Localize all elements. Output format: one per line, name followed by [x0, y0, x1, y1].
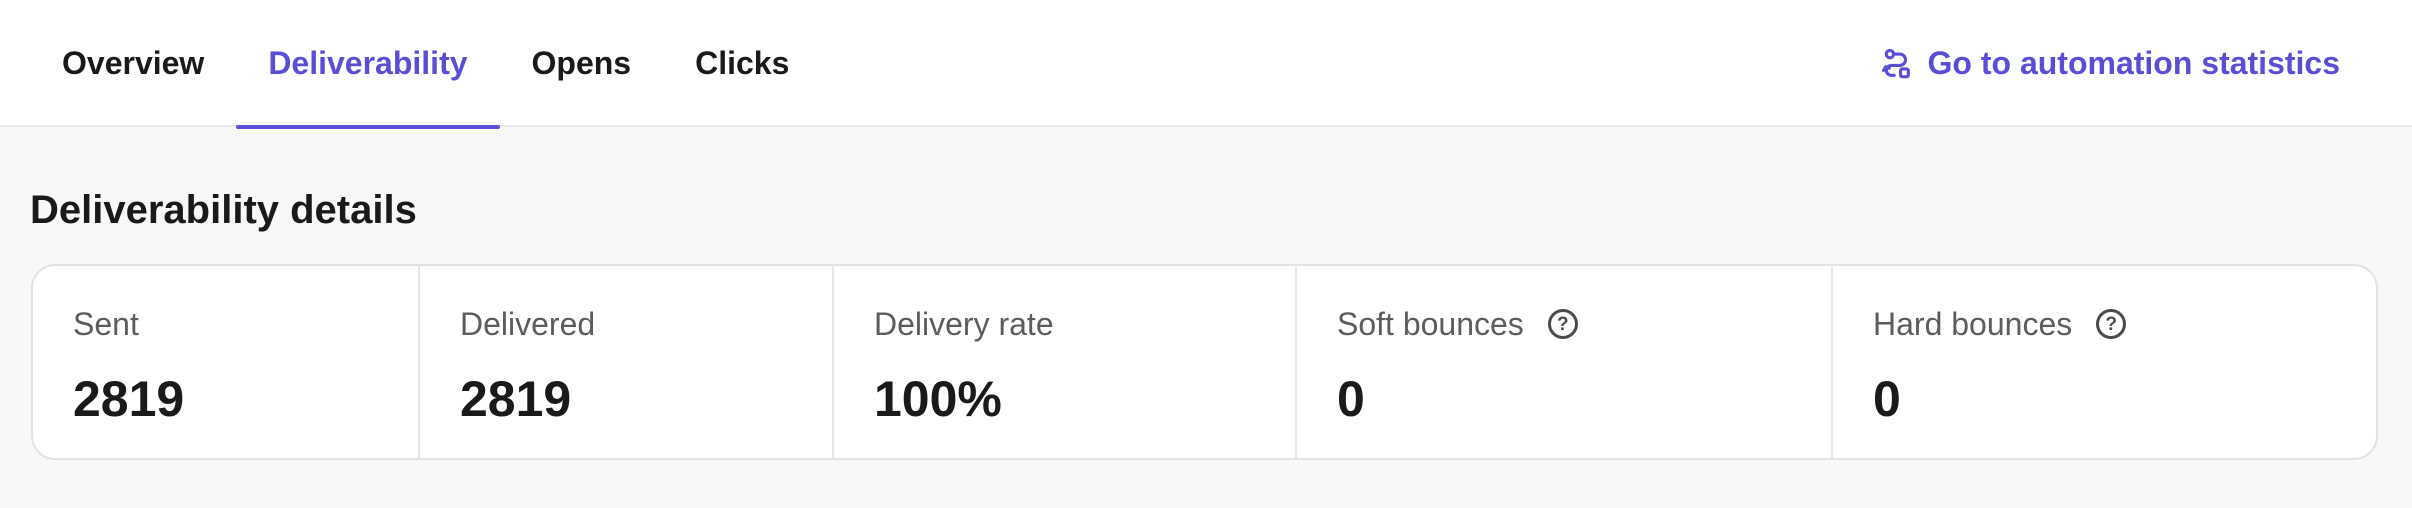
- stat-label-text: Soft bounces: [1337, 305, 1524, 342]
- help-icon[interactable]: ?: [1547, 309, 1578, 339]
- stat-label-text: Sent: [73, 305, 139, 342]
- automation-icon: [1880, 47, 1914, 81]
- stat-label-text: Delivered: [460, 305, 596, 342]
- stat-value: 0: [1337, 371, 1365, 427]
- automation-statistics-link[interactable]: Go to automation statistics: [1880, 0, 2340, 127]
- stat-soft-bounces: Soft bounces ? 0: [1297, 266, 1833, 458]
- stat-value: 0: [1873, 371, 1901, 427]
- stat-label: Soft bounces ?: [1337, 304, 1831, 344]
- stat-hard-bounces: Hard bounces ? 0: [1833, 266, 2376, 458]
- stat-label: Delivered: [460, 304, 832, 344]
- stat-delivery-rate: Delivery rate 100%: [834, 266, 1297, 458]
- stat-value: 2819: [460, 371, 572, 427]
- top-nav-bar: Overview Deliverability Opens Clicks Go …: [0, 0, 2412, 129]
- stat-label: Hard bounces ?: [1873, 304, 2376, 344]
- stat-value: 2819: [73, 371, 185, 427]
- stat-label-text: Hard bounces: [1873, 305, 2073, 342]
- stat-delivered: Delivered 2819: [420, 266, 834, 458]
- section-title: Deliverability details: [30, 188, 417, 232]
- tab-deliverability[interactable]: Deliverability: [236, 0, 500, 129]
- tab-clicks[interactable]: Clicks: [663, 0, 821, 127]
- stat-label: Delivery rate: [874, 304, 1295, 344]
- automation-link-label: Go to automation statistics: [1927, 45, 2340, 81]
- stat-sent: Sent 2819: [33, 266, 420, 458]
- tab-opens[interactable]: Opens: [500, 0, 664, 127]
- stat-label: Sent: [73, 304, 418, 344]
- tab-overview[interactable]: Overview: [30, 0, 236, 127]
- help-icon[interactable]: ?: [2096, 309, 2127, 339]
- tab-list: Overview Deliverability Opens Clicks: [30, 0, 821, 129]
- stat-value: 100%: [874, 371, 1002, 427]
- stat-label-text: Delivery rate: [874, 305, 1054, 342]
- deliverability-stats-card: Sent 2819 Delivered 2819 Delivery rate 1…: [31, 264, 2378, 460]
